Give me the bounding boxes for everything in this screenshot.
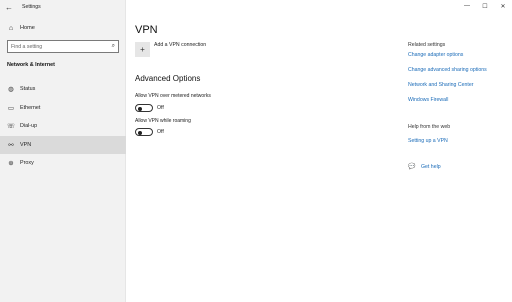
sidebar: ← Settings ⌂ Home Find a setting ⌕ Netwo… bbox=[0, 0, 126, 302]
section-heading: Network & Internet bbox=[7, 62, 55, 68]
ethernet-icon: ▭ bbox=[7, 104, 15, 112]
get-help-label: Get help bbox=[421, 163, 441, 170]
toggle-state: Off bbox=[157, 105, 164, 111]
titlebar: ← Settings bbox=[0, 0, 126, 14]
vpn-icon: ⚯ bbox=[8, 141, 14, 149]
metered-toggle[interactable] bbox=[135, 104, 153, 112]
app-title: Settings bbox=[22, 4, 41, 10]
change-advanced-sharing-link[interactable]: Change advanced sharing options bbox=[408, 67, 487, 73]
proxy-globe-icon: ⊕ bbox=[8, 160, 14, 168]
advanced-options-heading: Advanced Options bbox=[135, 74, 201, 83]
metered-option-label: Allow VPN over metered networks bbox=[135, 93, 211, 99]
add-vpn-button[interactable]: + Add a VPN connection bbox=[135, 42, 206, 57]
sidebar-item-label: Status bbox=[20, 86, 36, 93]
globe-icon: ◍ bbox=[8, 86, 14, 94]
search-icon: ⌕ bbox=[111, 43, 115, 49]
minimize-icon[interactable]: — bbox=[458, 0, 476, 12]
toggle-knob bbox=[138, 106, 142, 111]
home-icon: ⌂ bbox=[8, 24, 14, 32]
add-vpn-label: Add a VPN connection bbox=[154, 41, 207, 48]
metered-toggle-row: Off bbox=[135, 104, 164, 112]
windows-firewall-link[interactable]: Windows Firewall bbox=[408, 97, 448, 103]
toggle-state: Off bbox=[157, 129, 164, 135]
phone-icon: ☏ bbox=[6, 123, 16, 131]
network-sharing-center-link[interactable]: Network and Sharing Center bbox=[408, 82, 473, 88]
setting-up-vpn-link[interactable]: Setting up a VPN bbox=[408, 138, 448, 144]
window-controls: — ☐ ✕ bbox=[458, 0, 512, 12]
sidebar-item-proxy[interactable]: ⊕ Proxy bbox=[0, 154, 126, 173]
chat-bubble-icon: 💬 bbox=[408, 164, 416, 170]
sidebar-item-label: Proxy bbox=[20, 160, 34, 167]
search-input[interactable]: Find a setting ⌕ bbox=[7, 40, 119, 53]
roaming-option-label: Allow VPN while roaming bbox=[135, 118, 191, 124]
sidebar-item-home[interactable]: ⌂ Home bbox=[0, 20, 126, 36]
change-adapter-options-link[interactable]: Change adapter options bbox=[408, 52, 463, 58]
close-icon[interactable]: ✕ bbox=[494, 0, 512, 12]
sidebar-item-status[interactable]: ◍ Status bbox=[0, 80, 126, 99]
sidebar-item-dial-up[interactable]: ☏ Dial-up bbox=[0, 117, 126, 136]
sidebar-item-label: VPN bbox=[20, 141, 32, 148]
page-title: VPN bbox=[135, 24, 158, 36]
plus-icon: + bbox=[135, 42, 150, 57]
maximize-icon[interactable]: ☐ bbox=[476, 0, 494, 12]
sidebar-item-vpn[interactable]: ⚯ VPN bbox=[0, 135, 126, 154]
get-help-link[interactable]: 💬 Get help bbox=[408, 163, 441, 171]
help-from-web-heading: Help from the web bbox=[408, 124, 451, 130]
toggle-knob bbox=[138, 130, 142, 135]
sidebar-nav: ◍ Status ▭ Ethernet ☏ Dial-up ⚯ VPN ⊕ Pr… bbox=[0, 80, 126, 173]
sidebar-item-label: Dial-up bbox=[20, 123, 38, 130]
search-placeholder: Find a setting bbox=[11, 43, 43, 50]
roaming-toggle-row: Off bbox=[135, 128, 164, 136]
related-settings-heading: Related settings bbox=[408, 42, 446, 48]
sidebar-item-label: Home bbox=[20, 25, 35, 31]
roaming-toggle[interactable] bbox=[135, 128, 153, 136]
sidebar-item-label: Ethernet bbox=[20, 104, 41, 111]
back-arrow-icon[interactable]: ← bbox=[2, 0, 16, 14]
sidebar-item-ethernet[interactable]: ▭ Ethernet bbox=[0, 99, 126, 118]
